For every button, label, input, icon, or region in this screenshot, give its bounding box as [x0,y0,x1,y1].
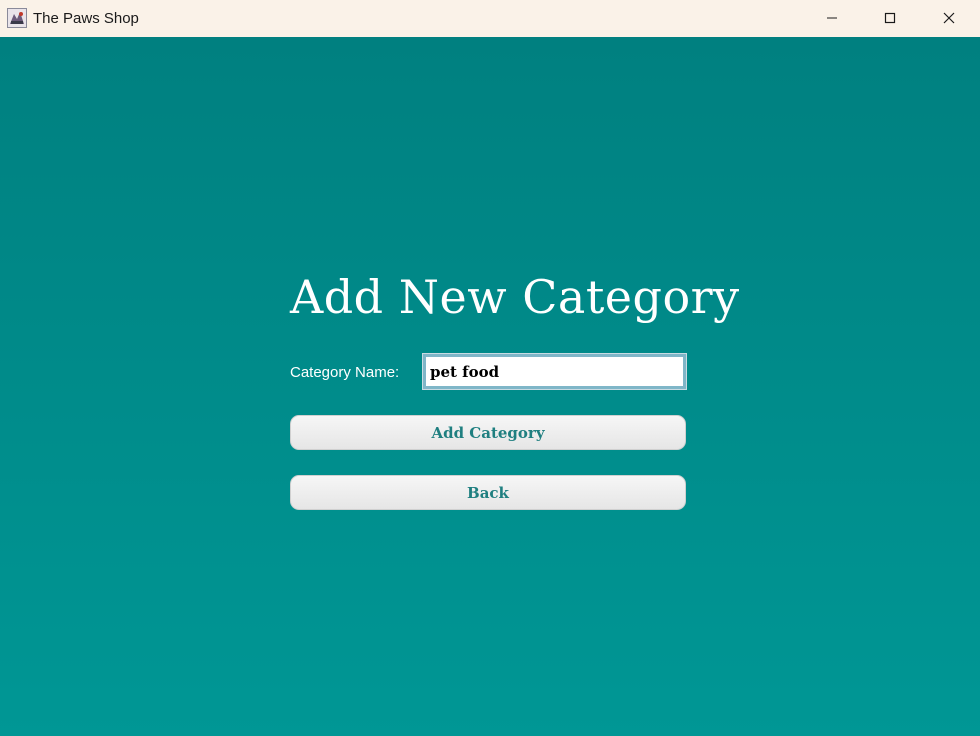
add-category-button[interactable]: Add Category [290,415,686,450]
close-button[interactable] [920,0,978,37]
content-panel: Add New Category Category Name: Add Cate… [0,37,980,736]
category-name-input[interactable] [422,353,687,390]
title-bar[interactable]: The Paws Shop [0,0,980,37]
page-title: Add New Category [290,270,740,324]
maximize-icon [884,9,896,28]
back-button[interactable]: Back [290,475,686,510]
minimize-button[interactable] [803,0,861,37]
close-icon [943,9,955,28]
maximize-button[interactable] [861,0,919,37]
app-logo-icon [7,8,27,28]
category-name-label: Category Name: [290,364,400,381]
app-window: The Paws Shop Add New Category Category … [0,0,980,736]
minimize-icon [826,9,838,28]
window-title: The Paws Shop [33,10,139,27]
